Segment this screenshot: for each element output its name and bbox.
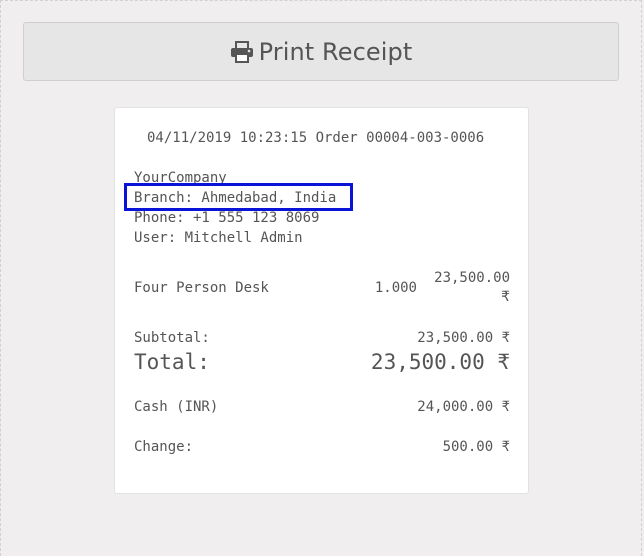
receipt: 04/11/2019 10:23:15 Order 00004-003-0006… — [114, 107, 529, 494]
total-value: 23,500.00 ₹ — [370, 350, 510, 374]
user-info: User: Mitchell Admin — [134, 230, 303, 246]
order-line-qty: 1.000 — [374, 280, 417, 296]
order-line-currency: ₹ — [501, 289, 510, 305]
change-value: 500.00 ₹ — [442, 439, 510, 455]
phone-info: Phone: +1 555 123 8069 — [134, 210, 320, 226]
change-label: Change: — [134, 439, 194, 455]
branch-highlight-box — [124, 183, 353, 211]
subtotal-label: Subtotal: — [134, 330, 210, 346]
print-receipt-label: Print Receipt — [258, 37, 413, 66]
payment-value: 24,000.00 ₹ — [417, 399, 510, 415]
order-line-product: Four Person Desk — [134, 280, 269, 296]
receipt-header: 04/11/2019 10:23:15 Order 00004-003-0006 — [147, 130, 485, 146]
subtotal-value: 23,500.00 ₹ — [417, 330, 510, 346]
total-label: Total: — [134, 350, 210, 374]
print-icon — [230, 40, 254, 63]
order-line-price: 23,500.00 — [434, 270, 510, 286]
print-receipt-button[interactable]: Print Receipt — [23, 22, 619, 81]
payment-method-label: Cash (INR) — [134, 399, 219, 415]
